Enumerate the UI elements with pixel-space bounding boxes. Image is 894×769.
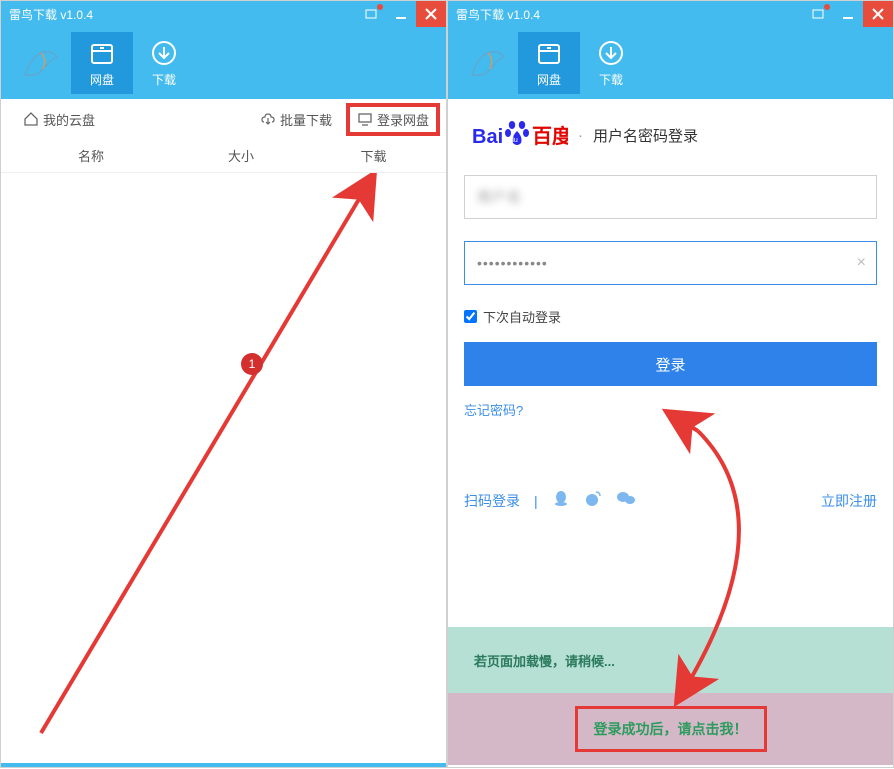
bottom-accent (1, 763, 446, 767)
auto-login-label: 下次自动登录 (483, 307, 561, 326)
baidu-logo: Bai du 百度 (472, 119, 568, 151)
content-bar: 我的云盘 批量下载 登录网盘 (1, 99, 446, 139)
toolbar-r: 网盘 下载 (448, 27, 893, 99)
loading-note: 若页面加载慢，请稍候... (448, 627, 893, 693)
close-button-r[interactable] (863, 1, 893, 27)
tab-pan-r[interactable]: 网盘 (518, 32, 580, 94)
annotation-arrow-1 (1, 173, 448, 767)
notify-dot-icon-r (824, 4, 830, 10)
window-title-r: 雷鸟下载 v1.0.4 (456, 6, 540, 23)
download-icon-r (597, 39, 625, 67)
home-icon (23, 111, 39, 127)
login-pan-button[interactable]: 登录网盘 (346, 103, 440, 136)
success-click-button[interactable]: 登录成功后，请点击我！ (575, 706, 767, 752)
password-field[interactable]: × (464, 241, 877, 285)
toolbar: 网盘 下载 (1, 27, 446, 99)
auto-login-checkbox[interactable] (464, 310, 477, 323)
app-logo (11, 33, 71, 93)
password-input[interactable] (477, 255, 864, 271)
minimize-button[interactable] (386, 1, 416, 27)
auto-login-row[interactable]: 下次自动登录 (464, 307, 877, 326)
app-logo-r (458, 33, 518, 93)
titlebar-r: 雷鸟下载 v1.0.4 (448, 1, 893, 27)
minimize-button-r[interactable] (833, 1, 863, 27)
batch-download-label: 批量下载 (280, 110, 332, 129)
clear-icon[interactable]: × (857, 254, 866, 272)
notify-dot-icon (377, 4, 383, 10)
svg-text:百度: 百度 (532, 124, 568, 148)
register-link[interactable]: 立即注册 (821, 491, 877, 511)
login-pan-label: 登录网盘 (377, 110, 429, 129)
login-button[interactable]: 登录 (464, 342, 877, 386)
cloud-download-icon (260, 111, 276, 127)
window-right: 雷鸟下载 v1.0.4 (447, 0, 894, 768)
file-list: 1 (1, 173, 446, 767)
login-panel: Bai du 百度 · 用户名密码登录 (448, 99, 893, 627)
window-title: 雷鸟下载 v1.0.4 (9, 6, 93, 23)
monitor-icon (357, 111, 373, 127)
window-left: 雷鸟下载 v1.0.4 (0, 0, 447, 768)
notify-button[interactable] (356, 1, 386, 27)
step-badge-1: 1 (241, 353, 263, 375)
alt-login-row: 扫码登录 | 立即注册 (464, 489, 877, 512)
titlebar: 雷鸟下载 v1.0.4 (1, 1, 446, 27)
login-button-label: 登录 (655, 354, 685, 375)
success-note-area: 登录成功后，请点击我！ (448, 693, 893, 765)
svg-text:Bai: Bai (472, 126, 503, 148)
col-name: 名称 (1, 146, 181, 165)
qq-icon[interactable] (552, 489, 570, 512)
col-download: 下载 (301, 146, 446, 165)
col-size: 大小 (181, 146, 301, 165)
pan-icon (88, 39, 116, 67)
login-title: 用户名密码登录 (593, 125, 698, 146)
svg-text:du: du (510, 137, 518, 144)
tab-download-label: 下载 (152, 71, 176, 88)
tab-download-r[interactable]: 下载 (580, 32, 642, 94)
tab-pan-label: 网盘 (90, 71, 114, 88)
download-icon (150, 39, 178, 67)
tab-pan-label-r: 网盘 (537, 71, 561, 88)
brand-sep: · (578, 127, 583, 144)
brand-row: Bai du 百度 · 用户名密码登录 (464, 119, 877, 151)
batch-download-button[interactable]: 批量下载 (252, 106, 340, 133)
weibo-icon[interactable] (584, 489, 602, 512)
alt-sep: | (534, 493, 538, 509)
username-masked: 用户名 (477, 187, 522, 207)
notify-button-r[interactable] (803, 1, 833, 27)
my-cloud-button[interactable]: 我的云盘 (15, 106, 103, 133)
tab-download[interactable]: 下载 (133, 32, 195, 94)
tab-pan[interactable]: 网盘 (71, 32, 133, 94)
close-button[interactable] (416, 1, 446, 27)
tab-download-label-r: 下载 (599, 71, 623, 88)
pan-icon-r (535, 39, 563, 67)
forgot-password-link[interactable]: 忘记密码? (464, 400, 877, 419)
column-headers: 名称 大小 下载 (1, 139, 446, 173)
wechat-icon[interactable] (616, 489, 636, 512)
my-cloud-label: 我的云盘 (43, 110, 95, 129)
username-field[interactable]: 用户名 (464, 175, 877, 219)
qr-login-link[interactable]: 扫码登录 (464, 491, 520, 511)
